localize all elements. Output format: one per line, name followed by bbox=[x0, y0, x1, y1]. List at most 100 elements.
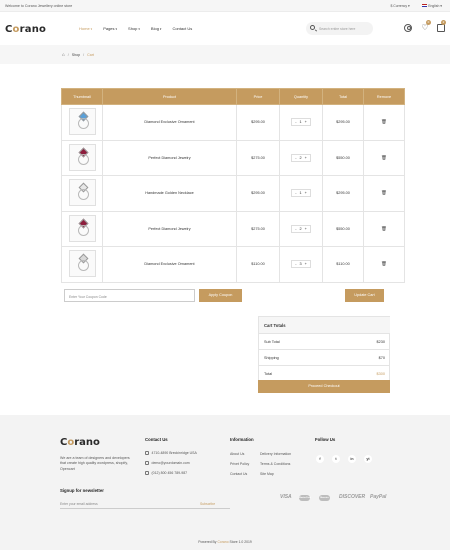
quantity-stepper[interactable]: -2 + bbox=[291, 153, 311, 162]
footer-link-delivery[interactable]: Delivery Information bbox=[260, 452, 291, 456]
currency-dropdown[interactable]: $ Currency ▾ bbox=[390, 4, 409, 8]
quantity-value[interactable]: 2 bbox=[299, 156, 301, 160]
nav-blog[interactable]: Blog▾ bbox=[151, 26, 162, 31]
product-name[interactable]: Perfect Diamond Jewelry bbox=[102, 139, 237, 176]
apply-coupon-button[interactable]: Apply Coupon bbox=[199, 289, 242, 302]
update-cart-button[interactable]: Update Cart bbox=[345, 289, 384, 302]
table-row: Perfect Diamond Jewelry $275.00 -2 + $550.00… bbox=[61, 139, 405, 176]
logo[interactable]: Corano bbox=[5, 24, 46, 35]
trash-icon[interactable]: 🗑 bbox=[381, 261, 387, 266]
nav-label: Pages bbox=[103, 26, 115, 31]
product-thumbnail[interactable] bbox=[68, 108, 96, 136]
phone-icon bbox=[145, 471, 149, 475]
product-name[interactable]: Diamond Exclusive Ornament bbox=[102, 246, 237, 283]
quantity-stepper[interactable]: -3 + bbox=[291, 260, 311, 269]
product-thumbnail[interactable] bbox=[68, 179, 96, 207]
search-icon[interactable] bbox=[310, 25, 315, 30]
cart-bag-icon[interactable] bbox=[437, 24, 445, 32]
increase-button[interactable]: + bbox=[305, 191, 307, 195]
quantity-stepper[interactable]: -2 + bbox=[291, 224, 311, 233]
remove-cell: 🗑 bbox=[363, 210, 405, 247]
decrease-button[interactable]: - bbox=[295, 262, 296, 266]
breadcrumb-current: Cart bbox=[87, 52, 94, 57]
linkedin-icon[interactable]: in bbox=[348, 455, 356, 463]
increase-button[interactable]: + bbox=[305, 227, 307, 231]
product-name[interactable]: Handmade Golden Necklace bbox=[102, 175, 237, 212]
decrease-button[interactable]: - bbox=[295, 156, 296, 160]
increase-button[interactable]: + bbox=[305, 262, 307, 266]
nav-pages[interactable]: Pages▾ bbox=[103, 26, 117, 31]
chevron-down-icon: ▾ bbox=[159, 27, 162, 31]
newsletter-email-input[interactable]: Enter your email address bbox=[60, 502, 98, 506]
top-bar-right: $ Currency ▾ English ▾ bbox=[390, 3, 442, 8]
thumbnail-cell bbox=[61, 104, 103, 141]
product-thumbnail[interactable] bbox=[68, 250, 96, 278]
quantity-value[interactable]: 2 bbox=[299, 227, 301, 231]
chevron-down-icon: ▾ bbox=[440, 3, 442, 8]
location-icon bbox=[145, 451, 149, 455]
coupon-input[interactable]: Enter Your Coupon Code bbox=[64, 289, 195, 302]
footer-link-about[interactable]: About Us bbox=[230, 452, 244, 456]
decrease-button[interactable]: - bbox=[295, 227, 296, 231]
quantity-value[interactable]: 1 bbox=[299, 120, 301, 124]
nav-shop[interactable]: Shop▾ bbox=[128, 26, 140, 31]
contact-phone[interactable]: (012) 800 456 789-987 bbox=[145, 471, 187, 475]
quantity-cell: -1 + bbox=[279, 104, 323, 141]
user-icon[interactable] bbox=[404, 24, 412, 32]
copyright-text: Powered By bbox=[198, 540, 217, 544]
table-row: Diamond Exclusive Ornament $295.00-1 + $295… bbox=[61, 104, 405, 141]
proceed-checkout-button[interactable]: Proceed Checkout bbox=[258, 380, 390, 393]
footer-link-terms[interactable]: Terms & Conditions bbox=[260, 462, 290, 466]
trash-icon[interactable]: 🗑 bbox=[381, 119, 387, 124]
nav-label: Contact Us bbox=[172, 26, 193, 31]
increase-button[interactable]: + bbox=[305, 156, 307, 160]
product-name[interactable]: Diamond Exclusive Ornament bbox=[102, 104, 237, 141]
facebook-icon[interactable]: f bbox=[316, 455, 324, 463]
footer-link-sitemap[interactable]: Site Map bbox=[260, 472, 274, 476]
quantity-stepper[interactable]: -1 + bbox=[291, 189, 311, 198]
nav-home[interactable]: Home▾ bbox=[79, 26, 92, 31]
trash-icon[interactable]: 🗑 bbox=[381, 155, 387, 160]
search-box[interactable]: Search entire store here bbox=[306, 22, 373, 35]
wishlist-count-badge: 0 bbox=[426, 20, 431, 25]
breadcrumb-shop[interactable]: Shop bbox=[72, 53, 80, 57]
language-label: English bbox=[428, 3, 440, 8]
quantity-value[interactable]: 1 bbox=[299, 191, 301, 195]
mastercard-icon: MasterCard bbox=[299, 495, 312, 501]
chevron-down-icon: ▾ bbox=[138, 27, 140, 31]
logo-part: C bbox=[5, 24, 13, 35]
col-thumbnail: Thumbnail bbox=[61, 88, 103, 105]
subtotal-label: Sub Total bbox=[264, 340, 280, 344]
trash-icon[interactable]: 🗑 bbox=[381, 190, 387, 195]
heart-icon[interactable]: ♡ bbox=[421, 24, 429, 32]
product-thumbnail[interactable] bbox=[68, 143, 96, 171]
twitter-icon[interactable]: t bbox=[332, 455, 340, 463]
subtotal-value: $230 bbox=[376, 340, 385, 344]
product-name[interactable]: Perfect Diamond Jewelry bbox=[102, 210, 237, 247]
decrease-button[interactable]: - bbox=[295, 191, 296, 195]
product-thumbnail[interactable] bbox=[68, 214, 96, 242]
contact-email[interactable]: demo@yourdomain.com bbox=[145, 461, 190, 465]
quantity-stepper[interactable]: -1 + bbox=[291, 118, 311, 127]
search-input[interactable]: Search entire store here bbox=[319, 27, 355, 31]
nav-contact[interactable]: Contact Us bbox=[172, 26, 192, 31]
subtotal-row: Sub Total $230 bbox=[259, 333, 390, 349]
ring-icon bbox=[77, 189, 89, 201]
increase-button[interactable]: + bbox=[305, 120, 307, 124]
welcome-text: Welcome to Corano Jewellery online store bbox=[5, 3, 73, 8]
footer-logo[interactable]: Corano bbox=[60, 437, 100, 448]
chevron-down-icon: ▾ bbox=[90, 27, 93, 31]
language-dropdown[interactable]: English ▾ bbox=[421, 3, 442, 8]
footer-link-privacy[interactable]: Privet Policy bbox=[230, 462, 249, 466]
footer-link-contact[interactable]: Contact Us bbox=[230, 472, 247, 476]
decrease-button[interactable]: - bbox=[295, 120, 296, 124]
shipping-label: Shipping bbox=[264, 356, 279, 360]
home-icon[interactable]: ⌂ bbox=[62, 52, 65, 57]
shipping-row: Shipping $70 bbox=[259, 349, 390, 365]
copyright-brand[interactable]: Corano bbox=[217, 540, 228, 544]
quantity-value[interactable]: 3 bbox=[299, 262, 301, 266]
trash-icon[interactable]: 🗑 bbox=[381, 226, 387, 231]
subscribe-button[interactable]: Subscribe bbox=[200, 502, 215, 506]
col-quantity: Quantity bbox=[279, 88, 323, 105]
youtube-icon[interactable]: yt bbox=[364, 455, 372, 463]
